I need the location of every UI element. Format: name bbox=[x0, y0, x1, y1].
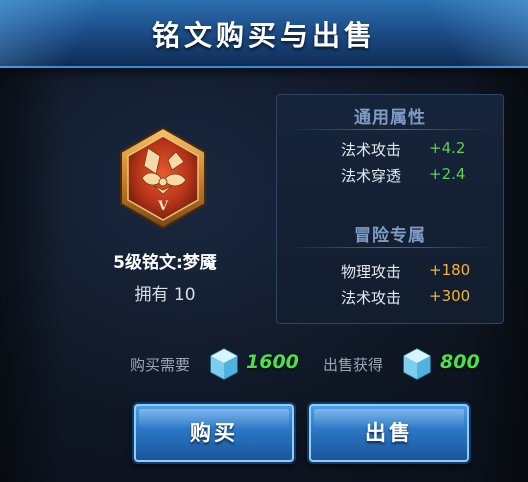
attribute-label: 物理攻击 bbox=[341, 263, 402, 281]
rune-owned-count: 拥有 10 bbox=[134, 285, 196, 305]
attribute-value: +180 bbox=[429, 261, 471, 279]
common-attributes-heading: 通用属性 bbox=[354, 108, 426, 128]
attribute-label: 法术攻击 bbox=[341, 141, 402, 159]
sell-price-value: 800 bbox=[440, 351, 480, 373]
attribute-label: 法术穿透 bbox=[341, 167, 402, 185]
rune-hexagon-icon: V bbox=[120, 126, 206, 230]
sell-button[interactable]: 出售 bbox=[309, 404, 469, 462]
attribute-row: 法术攻击 +4.2 bbox=[277, 139, 505, 163]
buy-price-value: 1600 bbox=[246, 351, 299, 373]
crystal-gem-icon bbox=[403, 348, 431, 380]
attribute-label: 法术攻击 bbox=[341, 289, 402, 307]
crystal-gem-icon bbox=[210, 348, 238, 380]
sell-button-label: 出售 bbox=[365, 421, 413, 445]
title-banner: 铭文购买与出售 bbox=[0, 0, 528, 68]
dialog-title: 铭文购买与出售 bbox=[151, 19, 376, 52]
rune-tier-numeral: V bbox=[157, 199, 169, 214]
attribute-row: 物理攻击 +180 bbox=[277, 261, 505, 285]
attribute-value: +2.4 bbox=[429, 165, 466, 183]
attribute-value: +300 bbox=[429, 287, 471, 305]
divider bbox=[287, 129, 493, 130]
attribute-row: 法术穿透 +2.4 bbox=[277, 165, 505, 189]
rune-name: 5级铭文:梦魇 bbox=[113, 253, 217, 273]
buy-button[interactable]: 购买 bbox=[134, 404, 294, 462]
buy-price-label: 购买需要 bbox=[130, 356, 191, 374]
attribute-panel: 通用属性 法术攻击 +4.2 法术穿透 +2.4 冒险专属 物理攻击 +180 … bbox=[276, 94, 504, 324]
price-row: 购买需要 1600 出售获得 800 bbox=[0, 346, 528, 382]
buy-button-label: 购买 bbox=[190, 421, 238, 445]
attribute-row: 法术攻击 +300 bbox=[277, 287, 505, 311]
sell-price-label: 出售获得 bbox=[323, 356, 384, 374]
exclusive-attributes-heading: 冒险专属 bbox=[354, 226, 426, 246]
divider bbox=[287, 247, 493, 248]
attribute-value: +4.2 bbox=[429, 139, 466, 157]
rune-trade-dialog: 铭文购买与出售 V 5级铭文:梦魇 拥有 10 通用属性 法术攻击 +4.2 法… bbox=[0, 0, 528, 482]
